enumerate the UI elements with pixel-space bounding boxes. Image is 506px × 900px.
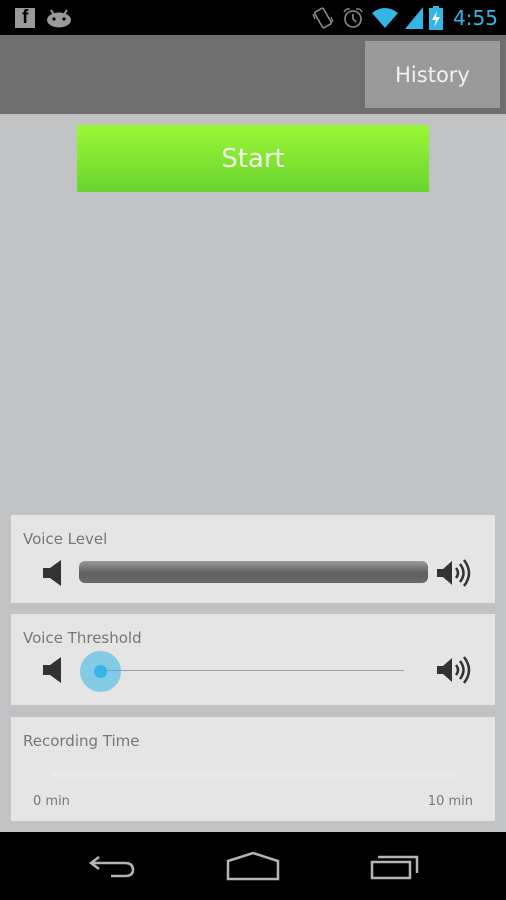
- battery-charging-icon: [429, 6, 444, 30]
- volume-low-icon: [43, 560, 61, 586]
- back-icon: [88, 856, 135, 878]
- recording-time-progress: [52, 771, 457, 777]
- voice-threshold-title: Voice Threshold: [23, 629, 142, 647]
- voice-level-panel: Voice Level: [11, 515, 495, 603]
- voice-level-title: Voice Level: [23, 530, 108, 548]
- main-content: Start Voice Level Voice Threshold Record…: [0, 114, 506, 832]
- volume-high-icon: [437, 656, 471, 684]
- android-icon: [47, 9, 71, 28]
- voice-level-meter: [79, 561, 428, 583]
- volume-low-icon: [43, 657, 61, 683]
- recording-time-panel: Recording Time 0 min 10 min: [11, 717, 495, 821]
- voice-threshold-panel: Voice Threshold: [11, 614, 495, 705]
- start-button[interactable]: Start: [77, 125, 429, 192]
- alarm-icon: [343, 8, 363, 28]
- recents-icon: [370, 855, 419, 880]
- voice-threshold-track[interactable]: [101, 670, 404, 671]
- wifi-icon: [372, 8, 399, 28]
- volume-high-icon: [437, 559, 471, 587]
- signal-icon: [405, 7, 424, 29]
- facebook-icon: f: [15, 7, 35, 28]
- home-button[interactable]: [213, 846, 293, 886]
- recording-max-label: 10 min: [427, 794, 473, 809]
- clock: 4:55: [453, 6, 498, 30]
- back-button[interactable]: [72, 846, 152, 886]
- recording-min-label: 0 min: [33, 794, 70, 809]
- navigation-bar: [0, 832, 506, 900]
- history-button[interactable]: History: [365, 41, 500, 108]
- voice-threshold-thumb[interactable]: [80, 651, 121, 692]
- status-bar: f 4:55: [0, 0, 506, 35]
- recording-time-title: Recording Time: [23, 732, 140, 750]
- home-icon: [226, 851, 280, 881]
- recents-button[interactable]: [355, 846, 435, 886]
- vibrate-icon: [312, 7, 334, 29]
- action-bar: History: [0, 35, 506, 114]
